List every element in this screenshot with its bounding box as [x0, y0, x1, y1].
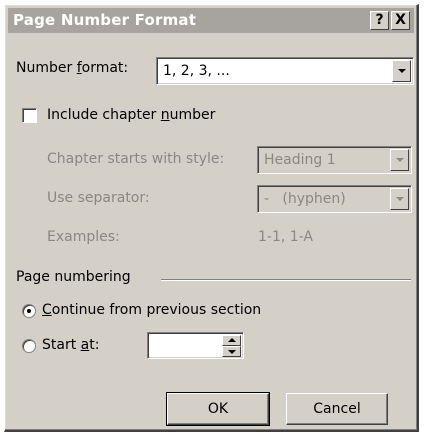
- chevron-up-icon: [228, 338, 236, 342]
- ok-button[interactable]: OK: [166, 392, 270, 426]
- spinner-buttons: [222, 335, 241, 357]
- dialog-title: Page Number Format: [13, 11, 197, 29]
- group-divider: [161, 279, 411, 281]
- continue-label: Continue from previous section: [42, 302, 262, 318]
- number-format-dropdown-button[interactable]: [392, 60, 411, 82]
- start-at-spinner[interactable]: [147, 332, 244, 359]
- cancel-button[interactable]: Cancel: [286, 393, 388, 425]
- close-button[interactable]: X: [391, 11, 410, 30]
- chevron-down-icon: [228, 350, 236, 354]
- spin-up-button[interactable]: [222, 335, 241, 346]
- start-at-radio[interactable]: [22, 339, 36, 353]
- include-chapter-number-checkbox[interactable]: [22, 108, 37, 123]
- chapter-style-value: Heading 1: [264, 152, 336, 168]
- chapter-style-select[interactable]: Heading 1: [257, 146, 412, 174]
- chapter-style-label: Chapter starts with style:: [47, 151, 225, 167]
- chapter-style-dropdown-button[interactable]: [390, 149, 409, 171]
- start-at-label: Start at:: [42, 337, 100, 353]
- title-bar[interactable]: Page Number Format ? X: [8, 8, 414, 33]
- separator-dropdown-button[interactable]: [390, 188, 409, 210]
- page-numbering-group-label: Page numbering: [16, 269, 131, 285]
- help-button[interactable]: ?: [370, 11, 389, 30]
- include-chapter-number-label: Include chapter number: [47, 107, 216, 123]
- number-format-select[interactable]: 1, 2, 3, ...: [156, 57, 414, 85]
- examples-value: 1-1, 1-A: [258, 229, 313, 245]
- radio-selected-dot: [27, 309, 31, 313]
- spin-down-button[interactable]: [222, 346, 241, 357]
- number-format-label: Number format:: [16, 60, 129, 76]
- chevron-down-icon: [398, 69, 406, 73]
- examples-label: Examples:: [47, 229, 120, 245]
- separator-value: - (hyphen): [264, 191, 346, 207]
- continue-radio[interactable]: [22, 304, 36, 318]
- chevron-down-icon: [396, 158, 404, 162]
- separator-label: Use separator:: [47, 190, 150, 206]
- separator-select[interactable]: - (hyphen): [257, 185, 412, 213]
- page-number-format-dialog: Page Number Format ? X Number format: 1,…: [4, 4, 419, 432]
- chevron-down-icon: [396, 197, 404, 201]
- number-format-value: 1, 2, 3, ...: [163, 63, 230, 79]
